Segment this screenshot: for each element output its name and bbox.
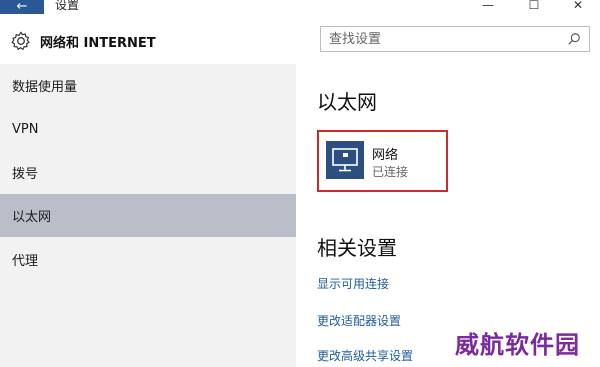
search-box[interactable]: [320, 26, 590, 52]
maximize-icon: ☐: [528, 0, 540, 12]
sidebar-item-vpn[interactable]: VPN: [0, 108, 296, 151]
sidebar-item-ethernet[interactable]: 以太网: [0, 194, 296, 237]
gear-icon: [11, 31, 30, 50]
main-content: 以太网 网络 已连接 相关设置 显示可用连接 更改适配器设置 更改高级共享设置: [296, 64, 600, 367]
sidebar-item-proxy[interactable]: 代理: [0, 238, 296, 281]
page-title: 网络和 INTERNET: [40, 35, 156, 51]
minimize-icon: —: [482, 0, 494, 12]
link-show-available-connections[interactable]: 显示可用连接: [317, 275, 389, 292]
watermark: 威航软件园: [455, 330, 580, 359]
network-status: 已连接: [372, 165, 409, 179]
search-icon[interactable]: [567, 32, 581, 46]
window-title: 设置: [55, 0, 80, 12]
title-bar: ← 设置 — ☐ ✕: [0, 0, 600, 14]
link-change-adapter-settings[interactable]: 更改适配器设置: [317, 312, 401, 329]
sidebar-item-data-usage[interactable]: 数据使用量: [0, 64, 296, 107]
back-button[interactable]: ←: [0, 0, 44, 14]
minimize-button[interactable]: —: [466, 0, 510, 14]
sidebar-item-label: 拨号: [12, 167, 39, 182]
ethernet-icon: [326, 141, 364, 179]
sidebar: 数据使用量 VPN 拨号 以太网 代理: [0, 64, 296, 367]
sidebar-item-label: VPN: [12, 122, 39, 137]
section-title: 以太网: [317, 90, 377, 114]
network-connection-item[interactable]: 网络 已连接: [317, 130, 448, 192]
search-input[interactable]: [321, 27, 557, 51]
link-advanced-sharing-settings[interactable]: 更改高级共享设置: [317, 347, 413, 364]
maximize-button[interactable]: ☐: [512, 0, 556, 14]
close-button[interactable]: ✕: [556, 0, 600, 14]
related-settings-title: 相关设置: [317, 236, 397, 260]
close-icon: ✕: [572, 0, 584, 12]
sidebar-item-dialup[interactable]: 拨号: [0, 151, 296, 194]
back-arrow-icon: ←: [16, 0, 28, 14]
network-name: 网络: [372, 148, 399, 163]
app-header: 网络和 INTERNET: [10, 30, 156, 52]
sidebar-item-label: 以太网: [12, 210, 52, 225]
sidebar-item-label: 代理: [12, 254, 39, 269]
sidebar-item-label: 数据使用量: [12, 80, 78, 95]
